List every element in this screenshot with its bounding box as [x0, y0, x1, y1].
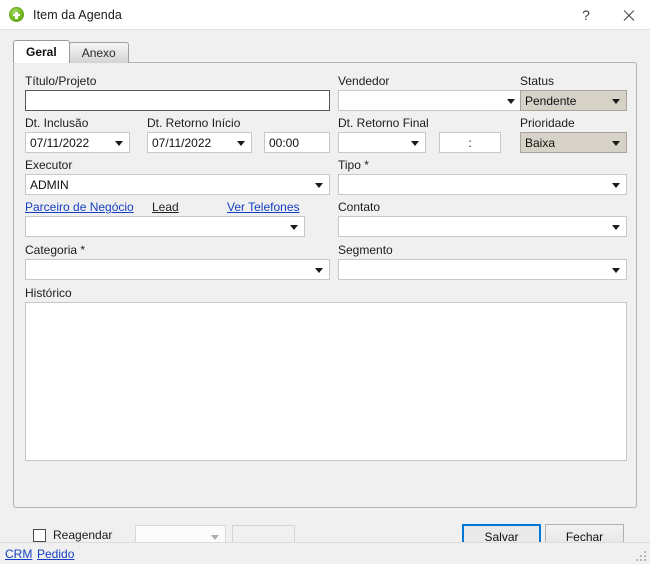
dt-retorno-inicio-value: 07/11/2022 [152, 135, 212, 150]
contato-combo[interactable] [338, 216, 627, 237]
categoria-label: Categoria * [25, 243, 86, 257]
chevron-down-icon [115, 140, 123, 146]
segmento-combo[interactable] [338, 259, 627, 280]
reagendar-checkbox-wrapper[interactable]: Reagendar [33, 528, 112, 542]
dt-retorno-inicio-label: Dt. Retorno Início [147, 116, 241, 130]
pedido-link[interactable]: Pedido [37, 547, 74, 561]
chevron-down-icon [612, 267, 620, 273]
executor-combo[interactable]: ADMIN [25, 174, 330, 195]
chevron-down-icon [315, 182, 323, 188]
green-plus-icon [9, 7, 24, 22]
title-bar-buttons: ? [566, 0, 650, 30]
chevron-down-icon [612, 182, 620, 188]
vendedor-combo[interactable] [338, 90, 522, 111]
dt-retorno-final-label: Dt. Retorno Final [338, 116, 429, 130]
hora-retorno-final-input[interactable]: : [439, 132, 501, 153]
prioridade-combo[interactable]: Baixa [520, 132, 627, 153]
vendedor-label: Vendedor [338, 74, 390, 88]
executor-value: ADMIN [30, 177, 69, 192]
categoria-combo[interactable] [25, 259, 330, 280]
parceiro-de-negocio-combo[interactable] [25, 216, 305, 237]
chevron-down-icon [612, 224, 620, 230]
window-title: Item da Agenda [33, 7, 122, 22]
hora-retorno-inicio-input[interactable]: 00:00 [264, 132, 330, 153]
chevron-down-icon [612, 140, 620, 146]
titulo-projeto-label: Título/Projeto [25, 74, 97, 88]
status-label: Status [520, 74, 555, 88]
chevron-down-icon [211, 534, 219, 540]
title-bar: Item da Agenda ? [0, 0, 650, 30]
chevron-down-icon [612, 98, 620, 104]
tab-geral[interactable]: Geral [13, 40, 70, 63]
crm-link[interactable]: CRM [5, 547, 32, 561]
close-icon [622, 9, 635, 22]
tab-panel-geral: Título/Projeto Vendedor Status Pendente … [13, 62, 637, 508]
tab-strip: Geral Anexo [13, 40, 129, 63]
prioridade-value: Baixa [525, 135, 556, 150]
tab-anexo[interactable]: Anexo [68, 42, 129, 63]
prioridade-label: Prioridade [520, 116, 575, 130]
reagendar-label: Reagendar [53, 528, 113, 542]
dt-retorno-final-date[interactable] [338, 132, 426, 153]
historico-textarea[interactable] [25, 302, 627, 461]
status-value: Pendente [525, 93, 577, 108]
dt-inclusao-date[interactable]: 07/11/2022 [25, 132, 130, 153]
chevron-down-icon [315, 267, 323, 273]
dt-inclusao-label: Dt. Inclusão [25, 116, 89, 130]
historico-label: Histórico [25, 286, 72, 300]
chevron-down-icon [237, 140, 245, 146]
lead-link[interactable]: Lead [152, 200, 179, 214]
dt-inclusao-value: 07/11/2022 [30, 135, 90, 150]
chevron-down-icon [411, 140, 419, 146]
tipo-label: Tipo * [338, 158, 369, 172]
status-bar: CRM Pedido [0, 542, 650, 564]
status-combo[interactable]: Pendente [520, 90, 627, 111]
close-button[interactable] [606, 0, 650, 30]
window-body: Geral Anexo Título/Projeto Vendedor Stat… [0, 30, 650, 564]
parceiro-de-negocio-link[interactable]: Parceiro de Negócio [25, 200, 134, 214]
segmento-label: Segmento [338, 243, 393, 257]
help-button[interactable]: ? [566, 0, 606, 30]
executor-label: Executor [25, 158, 73, 172]
chevron-down-icon [290, 224, 298, 230]
tipo-combo[interactable] [338, 174, 627, 195]
reagendar-checkbox[interactable] [33, 528, 46, 542]
contato-label: Contato [338, 200, 381, 214]
chevron-down-icon [507, 98, 515, 104]
titulo-projeto-input[interactable] [25, 90, 330, 111]
dt-retorno-inicio-date[interactable]: 07/11/2022 [147, 132, 252, 153]
ver-telefones-link[interactable]: Ver Telefones [227, 200, 300, 214]
resize-grip[interactable] [633, 548, 646, 561]
